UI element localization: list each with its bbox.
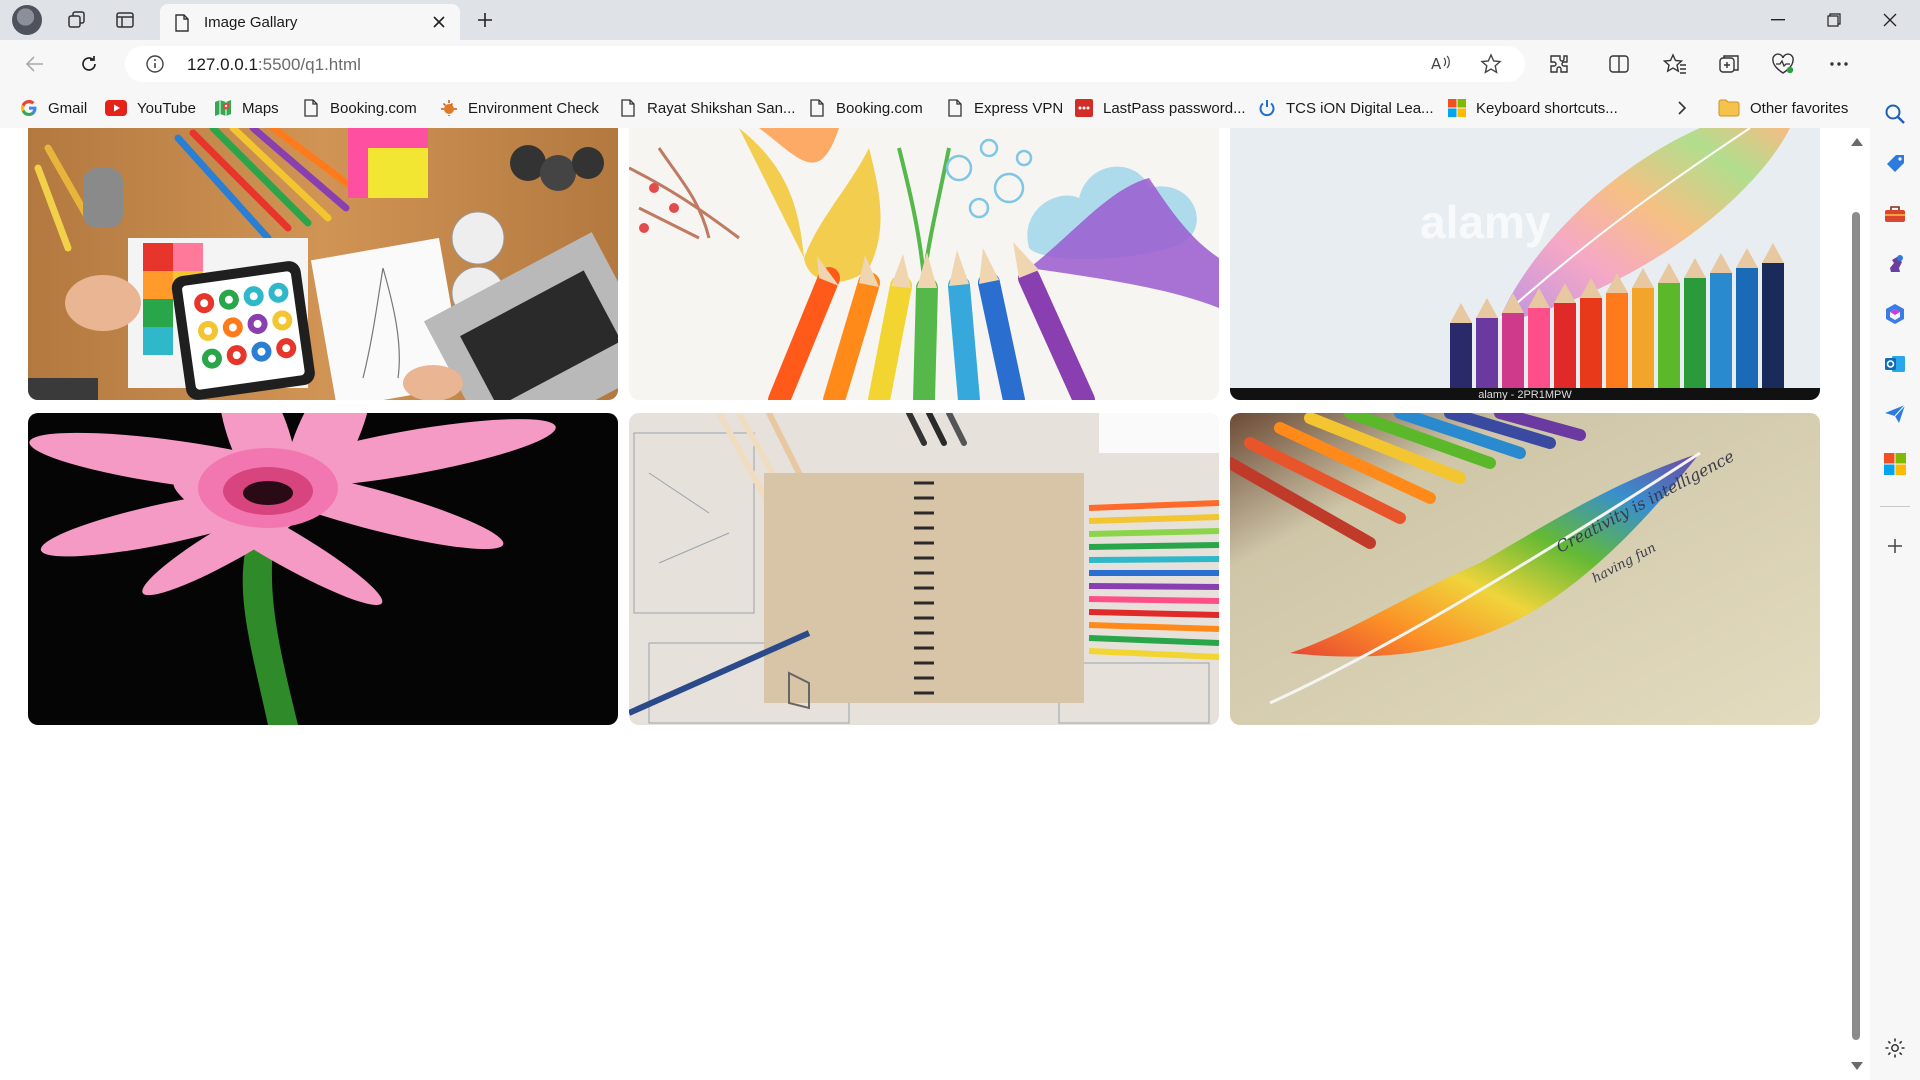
page-icon xyxy=(174,14,190,37)
other-favorites-label: Other favorites xyxy=(1750,99,1849,117)
workspaces-icon[interactable] xyxy=(62,6,92,34)
tab-title: Image Gallary xyxy=(204,14,298,31)
designer-desk-image xyxy=(28,128,618,400)
favorite-keyboard-shortcuts[interactable]: Keyboard shortcuts... xyxy=(1448,96,1618,120)
other-favorites-folder[interactable]: Other favorites xyxy=(1718,96,1848,120)
youtube-icon xyxy=(105,99,127,117)
sidebar-office-apps-icon[interactable] xyxy=(1883,452,1907,476)
minimize-button[interactable] xyxy=(1750,0,1806,40)
sidebar-shopping-icon[interactable] xyxy=(1883,152,1907,176)
favorite-rayat-shikshan[interactable]: Rayat Shikshan San... xyxy=(619,96,795,120)
page-icon xyxy=(302,99,320,117)
restore-button[interactable] xyxy=(1806,0,1862,40)
gallery-image-notebook-tools[interactable] xyxy=(629,413,1219,725)
favorite-label: Rayat Shikshan San... xyxy=(647,99,796,117)
favorite-booking-1[interactable]: Booking.com xyxy=(302,96,417,120)
gallery-image-pink-gerbera[interactable] xyxy=(28,413,618,725)
collections-icon[interactable] xyxy=(1712,48,1746,80)
edge-sidebar xyxy=(1870,40,1920,1080)
page-viewport: alamy alamy - 2PR1MPW Creativity is inte… xyxy=(0,128,1870,1080)
new-tab-button[interactable] xyxy=(470,6,500,34)
folder-icon xyxy=(1718,99,1740,117)
sidebar-games-icon[interactable] xyxy=(1883,252,1907,276)
split-screen-icon[interactable] xyxy=(1602,48,1636,80)
url-host: 127.0.0.1 xyxy=(187,55,258,74)
favorite-tcs-ion[interactable]: TCS iON Digital Lea... xyxy=(1258,96,1434,120)
sidebar-send-icon[interactable] xyxy=(1883,402,1907,426)
sidebar-settings-icon[interactable] xyxy=(1883,1036,1907,1060)
gallery-image-pencils-elements[interactable] xyxy=(629,128,1219,400)
sidebar-divider xyxy=(1880,506,1910,507)
favorite-gmail[interactable]: Gmail xyxy=(20,96,87,120)
title-bar: Image Gallary xyxy=(0,0,1920,40)
scrollbar-thumb[interactable] xyxy=(1852,212,1860,1040)
back-button[interactable] xyxy=(18,48,52,80)
lastpass-icon xyxy=(1075,99,1093,117)
favorite-label: YouTube xyxy=(137,99,196,117)
rainbow-feather-drawing-image: Creativity is intelligence having fun xyxy=(1230,413,1820,725)
vertical-tabs-icon[interactable] xyxy=(110,6,140,34)
favorites-icon[interactable] xyxy=(1658,48,1692,80)
scroll-down-arrow-icon[interactable] xyxy=(1851,1062,1863,1070)
sidebar-add-icon[interactable] xyxy=(1883,534,1907,558)
watermark-logo: alamy xyxy=(1420,196,1551,248)
power-icon xyxy=(1258,99,1276,117)
address-bar[interactable]: 127.0.0.1:5500/q1.html A xyxy=(125,46,1525,82)
page-icon xyxy=(946,99,964,117)
sidebar-tools-icon[interactable] xyxy=(1883,202,1907,226)
favorite-label: TCS iON Digital Lea... xyxy=(1286,99,1434,117)
favorite-label: LastPass password... xyxy=(1103,99,1246,117)
sidebar-microsoft365-icon[interactable] xyxy=(1883,302,1907,326)
browser-essentials-icon[interactable] xyxy=(1766,48,1800,80)
colored-pencils-elements-image xyxy=(629,128,1219,400)
page-icon xyxy=(808,99,826,117)
favorites-bar: Gmail YouTube Maps Booking.com Environme… xyxy=(0,88,1870,128)
favorite-booking-2[interactable]: Booking.com xyxy=(808,96,923,120)
favorite-environment-check[interactable]: Environment Check xyxy=(440,96,599,120)
favorite-lastpass[interactable]: LastPass password... xyxy=(1075,96,1246,120)
favorite-label: Maps xyxy=(242,99,279,117)
pink-gerbera-image xyxy=(28,413,618,725)
page-scrollbar[interactable] xyxy=(1846,128,1866,1072)
rainbow-feather-pencils-image: alamy alamy - 2PR1MPW xyxy=(1230,128,1820,400)
sidebar-outlook-icon[interactable] xyxy=(1883,352,1907,376)
profile-avatar[interactable] xyxy=(12,5,42,35)
tab-image-gallery[interactable]: Image Gallary xyxy=(160,4,460,40)
favorite-label: Booking.com xyxy=(836,99,923,117)
close-window-button[interactable] xyxy=(1862,0,1918,40)
favorites-overflow-chevron-icon[interactable] xyxy=(1676,96,1688,120)
favorite-label: Keyboard shortcuts... xyxy=(1476,99,1618,117)
favorite-star-icon[interactable] xyxy=(1480,53,1502,80)
favorite-maps[interactable]: Maps xyxy=(214,96,279,120)
read-aloud-icon[interactable]: A xyxy=(1430,53,1452,78)
extensions-icon[interactable] xyxy=(1542,48,1576,80)
notebook-sketch-tools-image xyxy=(629,413,1219,725)
url-path: :5500/q1.html xyxy=(257,55,361,74)
gallery-image-rainbow-feather-pencils[interactable]: alamy alamy - 2PR1MPW xyxy=(1230,128,1820,400)
favorite-label: Booking.com xyxy=(330,99,417,117)
favorite-label: Gmail xyxy=(48,99,88,117)
microsoft-icon xyxy=(1448,99,1466,117)
gallery-image-rainbow-feather-drawing[interactable]: Creativity is intelligence having fun xyxy=(1230,413,1820,725)
google-icon xyxy=(20,99,38,117)
favorite-label: Express VPN xyxy=(974,99,1064,117)
sidebar-search-icon[interactable] xyxy=(1883,102,1907,126)
site-info-icon[interactable] xyxy=(145,54,165,79)
close-tab-icon[interactable] xyxy=(428,11,450,33)
watermark-caption: alamy - 2PR1MPW xyxy=(1478,389,1572,400)
more-options-icon[interactable] xyxy=(1822,48,1856,80)
gallery-image-designer-desk[interactable] xyxy=(28,128,618,400)
scroll-up-arrow-icon[interactable] xyxy=(1851,138,1863,146)
navigation-bar: 127.0.0.1:5500/q1.html A xyxy=(0,40,1920,88)
environment-icon xyxy=(440,99,458,117)
favorite-youtube[interactable]: YouTube xyxy=(105,96,196,120)
favorite-label: Environment Check xyxy=(468,99,599,117)
favorite-express-vpn[interactable]: Express VPN xyxy=(946,96,1063,120)
svg-text:A: A xyxy=(1431,55,1442,73)
maps-icon xyxy=(214,99,232,117)
url-text[interactable]: 127.0.0.1:5500/q1.html xyxy=(187,55,361,75)
refresh-button[interactable] xyxy=(72,48,106,80)
page-icon xyxy=(619,99,637,117)
